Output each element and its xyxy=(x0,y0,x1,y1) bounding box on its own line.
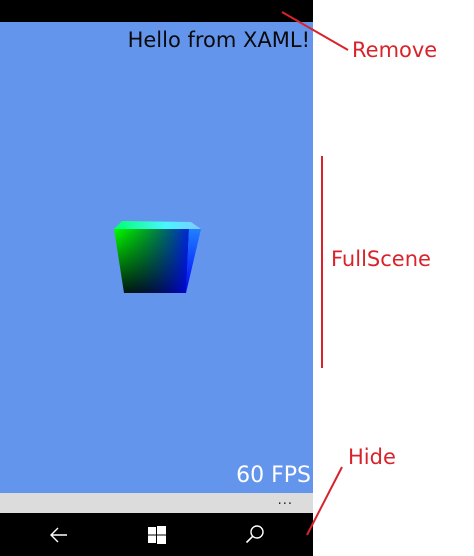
annotation-fullscene: FullScene xyxy=(331,247,431,271)
annotation-lines xyxy=(281,11,349,536)
remove-pointer-line xyxy=(281,11,349,51)
annotation-hide: Hide xyxy=(348,445,396,469)
hide-pointer-line xyxy=(306,466,343,536)
annotation-remove: Remove xyxy=(352,38,438,62)
